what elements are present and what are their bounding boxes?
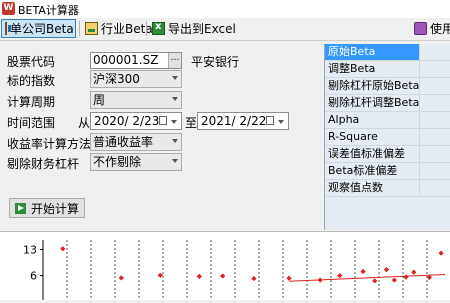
start-date-picker[interactable]: 2020/ 2/23	[90, 112, 182, 130]
results-row-label: 剔除杠杆调整Beta	[325, 95, 420, 111]
index-select[interactable]: 沪深300	[90, 70, 182, 88]
stock-code-value: 000001.SZ	[93, 53, 159, 67]
company-beta-label: 单公司Beta	[10, 22, 74, 36]
trend-line	[288, 273, 446, 282]
range-label: 时间范围	[7, 116, 56, 130]
data-point	[251, 275, 257, 282]
start-calc-button[interactable]: 开始计算	[9, 198, 85, 218]
data-point	[317, 277, 323, 283]
return-method-value: 普通收益率	[93, 135, 154, 149]
industry-beta-button[interactable]: 行业Beta	[82, 19, 156, 38]
results-row[interactable]: 剔除杠杆调整Beta	[325, 95, 450, 112]
return-method-label: 收益率计算方法	[7, 137, 92, 151]
results-row-label: 剔除杠杆原始Beta	[325, 78, 420, 94]
leverage-select[interactable]: 不作剔除	[90, 153, 182, 171]
industry-beta-label: 行业Beta	[101, 22, 153, 36]
chevron-down-icon	[171, 120, 177, 124]
start-calc-label: 开始计算	[31, 201, 80, 216]
calendar-icon	[159, 116, 167, 125]
excel-icon	[152, 21, 165, 35]
results-row-label: Beta标准偏差	[325, 163, 420, 179]
toolbar-separator	[79, 21, 80, 36]
window-title: BETA计算器	[18, 4, 79, 17]
y-tick-label: 6	[30, 270, 37, 283]
title-bar: W BETA计算器	[0, 0, 450, 19]
toolbar-separator	[146, 21, 147, 36]
data-point	[360, 268, 366, 275]
calendar-icon	[266, 116, 274, 125]
parameter-panel: 股票代码 000001.SZ … 平安银行 标的指数 沪深300 计算周期 周 …	[2, 42, 324, 230]
data-point	[438, 250, 444, 256]
help-icon	[414, 22, 427, 35]
data-point	[411, 269, 417, 275]
company-beta-button[interactable]: 单公司Beta	[1, 19, 76, 38]
data-point	[391, 277, 397, 283]
data-point	[286, 275, 292, 281]
results-grid: 原始Beta 调整Beta 剔除杠杆原始Beta 剔除杠杆调整Beta Alpha R-S…	[324, 44, 450, 230]
results-row-label: Alpha	[325, 112, 420, 128]
export-excel-button[interactable]: 导出到Excel	[149, 19, 239, 38]
results-row[interactable]: 调整Beta	[325, 61, 450, 78]
period-label: 计算周期	[7, 95, 56, 109]
results-row[interactable]: 误差值标准偏差	[325, 146, 450, 163]
index-label: 标的指数	[7, 74, 56, 88]
data-point	[118, 275, 124, 281]
index-value: 沪深300	[93, 72, 140, 86]
results-row-label: R-Square	[325, 129, 420, 145]
results-row-label: 原始Beta	[325, 44, 420, 60]
results-row-label: 观察值点数	[325, 180, 420, 196]
results-row[interactable]: Beta标准偏差	[325, 163, 450, 180]
results-row-label: 调整Beta	[325, 61, 420, 77]
start-date-value: 2020/ 2/23	[94, 114, 160, 128]
period-select[interactable]: 周	[90, 91, 182, 109]
chevron-down-icon	[172, 159, 178, 163]
data-point	[372, 278, 378, 284]
results-row[interactable]: 观察值点数	[325, 180, 450, 197]
results-row-label: 误差值标准偏差	[325, 146, 420, 162]
industry-chart-icon	[85, 22, 98, 35]
leverage-value: 不作剔除	[93, 155, 142, 169]
export-excel-label: 导出到Excel	[168, 22, 236, 36]
help-label: 使用	[430, 22, 450, 36]
results-row[interactable]: 剔除杠杆原始Beta	[325, 78, 450, 95]
scatter-chart: 13 6	[23, 240, 446, 300]
company-chart-icon	[5, 22, 11, 35]
toolbar: 单公司Beta 行业Beta 导出到Excel 使用	[0, 18, 450, 41]
period-value: 周	[93, 93, 106, 107]
chevron-down-icon	[172, 97, 178, 101]
end-date-value: 2021/ 2/22	[201, 114, 267, 128]
data-point	[337, 273, 343, 279]
data-point	[196, 273, 202, 279]
leverage-label: 剔除财务杠杆	[7, 157, 80, 171]
play-icon	[15, 202, 26, 214]
help-button[interactable]: 使用	[411, 19, 450, 38]
results-row[interactable]: R-Square	[325, 129, 450, 146]
from-label: 从	[78, 116, 91, 130]
data-point	[157, 272, 163, 278]
chart-area: 13 6	[0, 232, 450, 300]
app-icon: W	[2, 2, 15, 15]
data-point	[383, 267, 390, 273]
data-point	[220, 273, 226, 279]
return-method-select[interactable]: 普通收益率	[90, 133, 182, 151]
results-row[interactable]: Alpha	[325, 112, 450, 129]
chevron-down-icon	[172, 76, 178, 80]
stock-name: 平安银行	[191, 55, 240, 69]
data-point	[403, 274, 409, 280]
stock-code-label: 股票代码	[7, 55, 56, 69]
end-date-picker[interactable]: 2021/ 2/22	[197, 112, 289, 130]
chevron-down-icon	[278, 120, 284, 124]
y-tick-label: 13	[23, 243, 37, 256]
chevron-down-icon	[172, 139, 178, 143]
results-row[interactable]: 原始Beta	[325, 44, 450, 61]
data-point	[60, 246, 66, 252]
to-label: 至	[185, 116, 198, 130]
stock-picker-button[interactable]: …	[168, 53, 181, 68]
stock-code-input[interactable]: 000001.SZ …	[90, 52, 182, 69]
